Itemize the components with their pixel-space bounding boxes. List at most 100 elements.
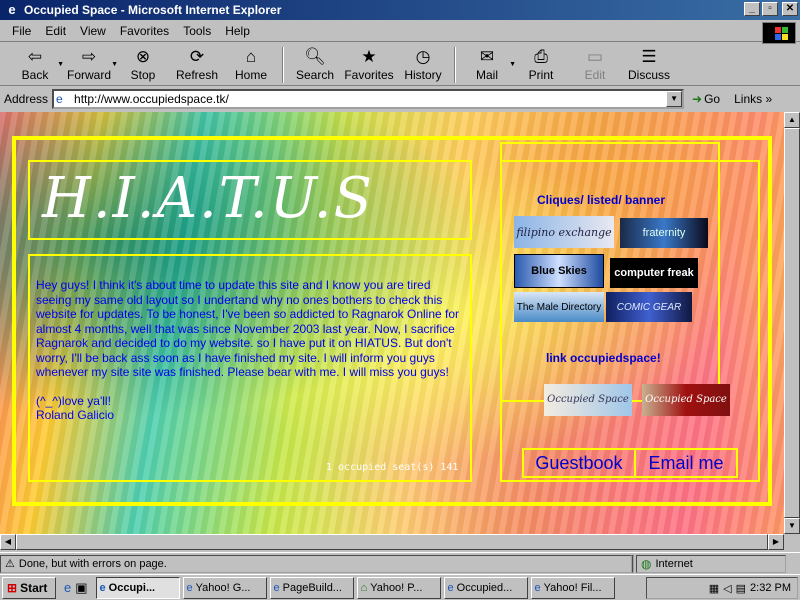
cliques-heading: Cliques/ listed/ banner [537, 193, 666, 207]
scroll-down-icon[interactable]: ▼ [784, 518, 800, 534]
search-button[interactable]: 🔍︎ Search [288, 45, 342, 85]
warning-icon: ⚠ [5, 558, 15, 570]
globe-icon: ◍ [641, 556, 652, 571]
back-arrow-icon: ⇦ [27, 47, 43, 66]
favorites-icon: ★ [361, 47, 377, 66]
message-text: Hey guys! I think it's about time to upd… [36, 278, 468, 423]
security-zone: ◍ Internet [636, 554, 786, 573]
address-bar: Address e http://www.occupiedspace.tk/ ▼… [0, 87, 800, 111]
back-button[interactable]: ⇦ Back ▼ [8, 45, 64, 85]
menu-favorites[interactable]: Favorites [120, 24, 169, 38]
message-box: Hey guys! I think it's about time to upd… [28, 254, 472, 482]
badge-fraternity[interactable]: fraternity [620, 218, 708, 248]
ie-icon: e [273, 581, 280, 594]
go-arrow-icon: ➜ [692, 92, 703, 106]
task-yahoo-g[interactable]: e Yahoo! G... [182, 576, 267, 599]
maximize-button[interactable]: ▫ [762, 2, 778, 16]
title-box: H.I.A.T.U.S [28, 160, 472, 240]
window-title: Occupied Space - Microsoft Internet Expl… [24, 3, 282, 17]
scroll-up-icon[interactable]: ▲ [784, 112, 800, 128]
badge-comic-gear[interactable]: COMIC GEAR [606, 292, 692, 322]
windows-logo-icon [762, 22, 796, 44]
tray-app-icon[interactable]: ▤ [736, 582, 746, 595]
task-occupied[interactable]: e Occupied... [443, 576, 528, 599]
badge-male-directory[interactable]: The Male Directory [514, 292, 604, 322]
menu-tools[interactable]: Tools [183, 24, 211, 38]
favorites-button[interactable]: ★ Favorites [342, 45, 396, 85]
task-yahoo-p[interactable]: ⌂ Yahoo! P... [356, 576, 441, 599]
menu-edit[interactable]: Edit [45, 24, 66, 38]
clock[interactable]: 2:32 PM [750, 582, 791, 594]
nav-links-box: Guestbook Email me [522, 448, 738, 478]
toolbar-separator [282, 47, 284, 83]
scroll-left-icon[interactable]: ◀ [0, 534, 16, 550]
forward-button[interactable]: ⇨ Forward ▼ [62, 45, 118, 85]
status-bar: ⚠ Done, but with errors on page. ◍ Inter… [0, 552, 800, 574]
ie-icon: e [534, 581, 541, 594]
ie-quicklaunch-icon[interactable]: e [64, 580, 71, 596]
address-input[interactable]: e http://www.occupiedspace.tk/ ▼ [52, 89, 685, 109]
vertical-scrollbar[interactable]: ▲ ▼ [784, 112, 800, 534]
link-badge-1[interactable]: Occupied Space [544, 384, 632, 416]
mail-icon: ✉ [479, 47, 495, 66]
page-title: H.I.A.T.U.S [42, 166, 374, 231]
discuss-button[interactable]: ☰ Discuss [622, 45, 676, 85]
horizontal-scroll-thumb[interactable] [16, 534, 768, 550]
ie-icon: e [99, 581, 106, 594]
badge-blue-skies[interactable]: Blue Skies [514, 254, 604, 288]
toolbar-separator [454, 47, 456, 83]
menu-file[interactable]: File [12, 24, 31, 38]
desktop-quicklaunch-icon[interactable]: ▣ [75, 580, 87, 596]
history-button[interactable]: ◷ History [396, 45, 450, 85]
edit-icon: ▭ [586, 47, 604, 66]
menu-view[interactable]: View [80, 24, 106, 38]
scroll-right-icon[interactable]: ▶ [768, 534, 784, 550]
menu-help[interactable]: Help [225, 24, 250, 38]
vertical-scroll-thumb[interactable] [784, 128, 800, 518]
forward-arrow-icon: ⇨ [81, 47, 97, 66]
start-button[interactable]: ⊞ Start [2, 576, 56, 599]
badge-filipino-exchange[interactable]: filipino exchange [514, 216, 614, 248]
home-button[interactable]: ⌂ Home [224, 45, 278, 85]
ie-icon: e [186, 581, 193, 594]
home-icon: ⌂ [245, 47, 257, 66]
toolbar: ⇦ Back ▼ ⇨ Forward ▼ ⊗ Stop ⟳ Refresh ⌂ … [0, 44, 800, 86]
print-button[interactable]: ⎙ Print [514, 45, 568, 85]
task-pagebuilder[interactable]: e PageBuild... [269, 576, 354, 599]
signoff-line: (^_^)love ya'll! [36, 393, 111, 408]
links-button[interactable]: Links » [734, 92, 772, 106]
status-message[interactable]: ⚠ Done, but with errors on page. [0, 554, 632, 573]
edit-button[interactable]: ▭ Edit [568, 45, 622, 85]
window-controls: _ ▫ ✕ [744, 2, 798, 16]
title-bar: e Occupied Space - Microsoft Internet Ex… [0, 0, 800, 20]
refresh-button[interactable]: ⟳ Refresh [170, 45, 224, 85]
stop-icon: ⊗ [135, 47, 151, 66]
chevron-down-icon[interactable]: ▼ [666, 91, 683, 107]
visitor-counter: 1 occupied seat(s) 141 [326, 462, 459, 473]
address-label: Address [4, 92, 49, 106]
task-occupied-space[interactable]: e Occupi... [95, 576, 180, 599]
address-url: http://www.occupiedspace.tk/ [74, 92, 229, 106]
windows-flag-icon: ⊞ [7, 580, 18, 595]
message-body: Hey guys! I think it's about time to upd… [36, 278, 460, 379]
volume-icon[interactable]: ◁ [723, 582, 731, 595]
minimize-button[interactable]: _ [744, 2, 760, 16]
close-button[interactable]: ✕ [782, 2, 798, 16]
discuss-icon: ☰ [641, 47, 657, 66]
mail-button[interactable]: ✉ Mail ▼ [460, 45, 516, 85]
task-yahoo-fil[interactable]: e Yahoo! Fil... [530, 576, 615, 599]
go-button[interactable]: ➜ Go [692, 92, 720, 106]
horizontal-scrollbar[interactable]: ◀ ▶ [0, 534, 784, 550]
refresh-icon: ⟳ [189, 47, 205, 66]
badge-computer-freak[interactable]: computer freak [610, 258, 698, 288]
link-badge-2[interactable]: Occupied Space [642, 384, 730, 416]
stop-button[interactable]: ⊗ Stop [116, 45, 170, 85]
system-tray: ▦ ◁ ▤ 2:32 PM [646, 577, 798, 599]
email-link[interactable]: Email me [636, 450, 736, 476]
author-name: Roland Galicio [36, 408, 115, 422]
network-icon[interactable]: ▦ [709, 582, 719, 595]
guestbook-link[interactable]: Guestbook [524, 450, 636, 476]
link-heading: link occupiedspace! [546, 351, 661, 365]
browser-viewport: H.I.A.T.U.S Hey guys! I think it's about… [0, 112, 784, 550]
search-icon: 🔍︎ [304, 47, 326, 66]
